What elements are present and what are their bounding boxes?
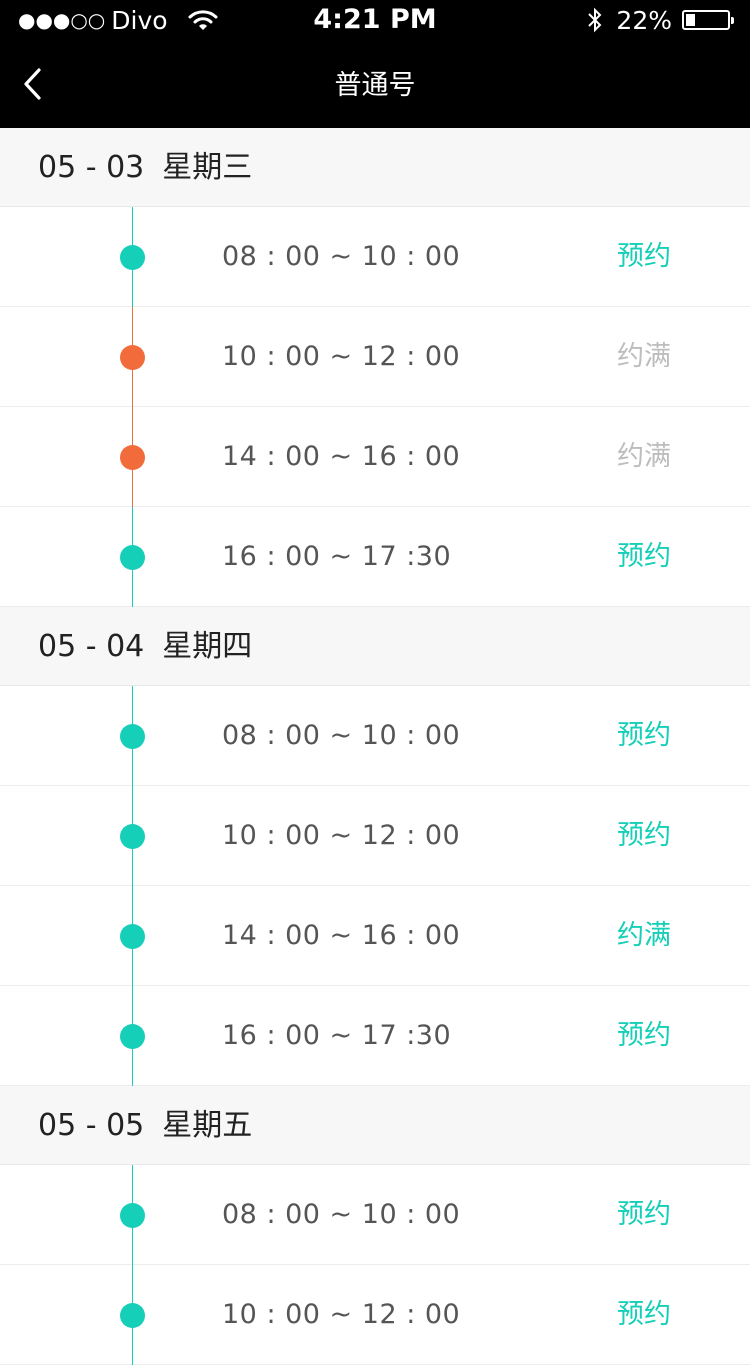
time-range: 08 : 00 ~ 10 : 00 <box>222 1199 461 1230</box>
full-status-label: 约满 <box>617 441 671 472</box>
time-slot-row: 08 : 00 ~ 10 : 00 预约 <box>0 686 750 786</box>
timeline-dot-icon <box>120 1303 145 1328</box>
time-range: 10 : 00 ~ 12 : 00 <box>222 1299 461 1330</box>
time-range: 14 : 00 ~ 16 : 00 <box>222 441 461 472</box>
status-bar-right: 22% <box>586 0 734 40</box>
time-range: 10 : 00 ~ 12 : 00 <box>222 341 461 372</box>
book-button[interactable]: 预约 <box>617 1165 671 1265</box>
book-button[interactable]: 预约 <box>617 507 671 607</box>
time-slot-row: 14 : 00 ~ 16 : 00 约满 <box>0 886 750 986</box>
day-weekday: 星期三 <box>162 150 253 185</box>
page-title: 普通号 <box>334 70 416 101</box>
timeline-dot-icon <box>120 824 145 849</box>
day-header: 05 - 03 星期三 <box>0 128 750 207</box>
day-date: 05 - 04 <box>38 629 145 664</box>
schedule-list: 05 - 03 星期三 08 : 00 ~ 10 : 00 预约 10 : 00 ~ 1… <box>0 128 750 1365</box>
book-button[interactable]: 预约 <box>617 786 671 886</box>
day-weekday: 星期四 <box>162 629 253 664</box>
time-slot-row: 16 : 00 ~ 17 :30 预约 <box>0 986 750 1086</box>
timeline-dot-icon <box>120 345 145 370</box>
time-slot-row: 16 : 00 ~ 17 :30 预约 <box>0 507 750 607</box>
timeline-dot-icon <box>120 545 145 570</box>
time-slot-row: 08 : 00 ~ 10 : 00 预约 <box>0 1165 750 1265</box>
time-slot-row: 14 : 00 ~ 16 : 00 约满 <box>0 407 750 507</box>
book-button[interactable]: 预约 <box>617 1265 671 1365</box>
time-slot-row: 10 : 00 ~ 12 : 00 约满 <box>0 307 750 407</box>
timeline-dot-icon <box>120 924 145 949</box>
book-button[interactable]: 预约 <box>617 686 671 786</box>
day-date: 05 - 05 <box>38 1108 145 1143</box>
status-bar: ●●●○○ Divo 4:21 PM 22% <box>0 0 750 40</box>
battery-percent: 22% <box>616 5 672 35</box>
battery-level-fill <box>686 14 695 26</box>
time-range: 14 : 00 ~ 16 : 00 <box>222 920 461 951</box>
battery-icon <box>682 10 734 30</box>
bluetooth-icon <box>588 7 602 33</box>
time-range: 10 : 00 ~ 12 : 00 <box>222 820 461 851</box>
timeline-dot-icon <box>120 724 145 749</box>
time-range: 16 : 00 ~ 17 :30 <box>222 541 452 572</box>
day-date: 05 - 03 <box>38 150 145 185</box>
day-header-label: 05 - 04 星期四 <box>38 607 252 687</box>
time-slot-row: 08 : 00 ~ 10 : 00 预约 <box>0 207 750 307</box>
book-button[interactable]: 预约 <box>617 986 671 1086</box>
full-status-label: 约满 <box>617 341 671 372</box>
timeline-dot-icon <box>120 245 145 270</box>
time-range: 16 : 00 ~ 17 :30 <box>222 1020 452 1051</box>
full-status-label[interactable]: 约满 <box>617 886 671 986</box>
day-header: 05 - 04 星期四 <box>0 607 750 686</box>
day-header: 05 - 05 星期五 <box>0 1086 750 1165</box>
time-slot-row: 10 : 00 ~ 12 : 00 预约 <box>0 786 750 886</box>
book-button[interactable]: 预约 <box>617 207 671 307</box>
timeline-dot-icon <box>120 445 145 470</box>
day-header-label: 05 - 05 星期五 <box>38 1086 252 1166</box>
navigation-bar: 普通号 <box>0 40 750 128</box>
timeline-dot-icon <box>120 1024 145 1049</box>
time-slot-row: 10 : 00 ~ 12 : 00 预约 <box>0 1265 750 1365</box>
day-header-label: 05 - 03 星期三 <box>38 128 252 208</box>
time-range: 08 : 00 ~ 10 : 00 <box>222 241 461 272</box>
day-weekday: 星期五 <box>162 1108 253 1143</box>
timeline-dot-icon <box>120 1203 145 1228</box>
time-range: 08 : 00 ~ 10 : 00 <box>222 720 461 751</box>
